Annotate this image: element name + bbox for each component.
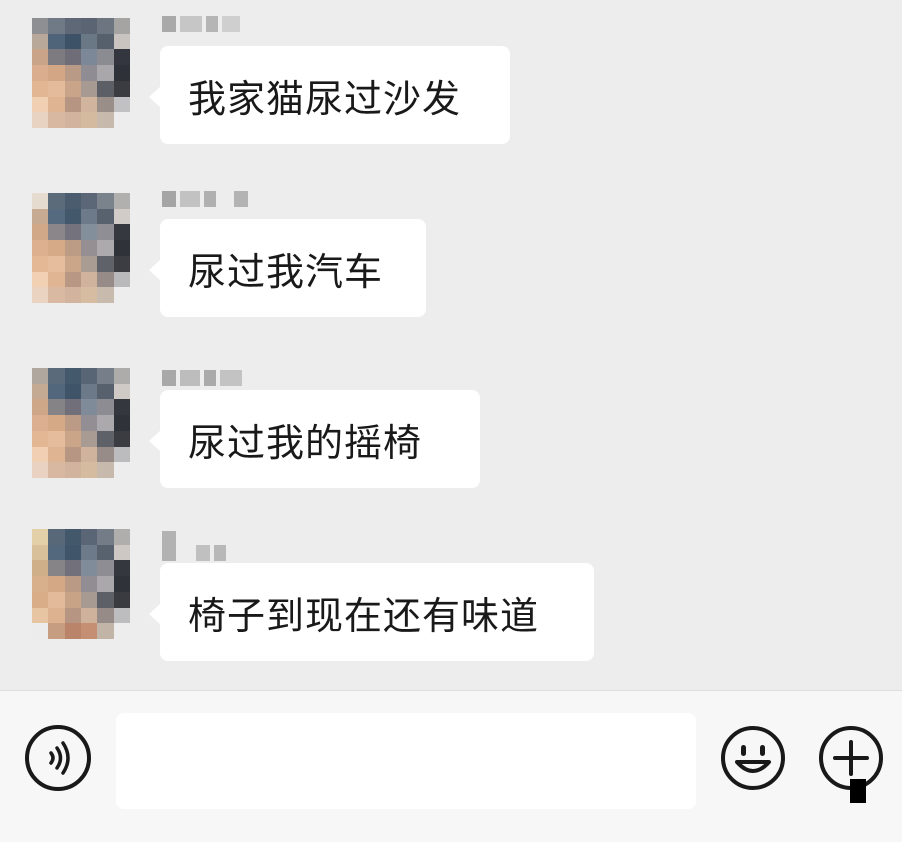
sender-name — [162, 531, 226, 561]
avatar[interactable] — [32, 193, 130, 303]
chat-input-bar — [0, 690, 902, 842]
message-input[interactable] — [116, 713, 696, 809]
emoji-button[interactable] — [720, 725, 786, 791]
message-bubble[interactable]: 椅子到现在还有味道 — [149, 563, 594, 661]
mouse-cursor — [850, 779, 866, 803]
message-bubble[interactable]: 我家猫尿过沙发 — [149, 46, 510, 144]
chat-message: 椅子到现在还有味道 — [0, 525, 902, 685]
avatar[interactable] — [32, 18, 130, 128]
message-bubble[interactable]: 尿过我的摇椅 — [149, 390, 480, 488]
chat-message: 尿过我汽车 — [0, 175, 902, 335]
voice-wave-icon — [29, 729, 87, 787]
chat-message: 我家猫尿过沙发 — [0, 0, 902, 160]
voice-button[interactable] — [25, 725, 91, 791]
sender-name — [162, 16, 240, 32]
smiley-face-icon — [720, 725, 786, 791]
sender-name — [162, 191, 248, 207]
message-bubble[interactable]: 尿过我汽车 — [149, 219, 426, 317]
chat-message: 尿过我的摇椅 — [0, 350, 902, 510]
sender-name — [162, 370, 242, 386]
chat-message-list[interactable]: 我家猫尿过沙发 尿过我汽车 尿过我的摇椅 椅子到现在还有味道 — [0, 0, 902, 690]
avatar[interactable] — [32, 529, 130, 639]
avatar[interactable] — [32, 368, 130, 478]
